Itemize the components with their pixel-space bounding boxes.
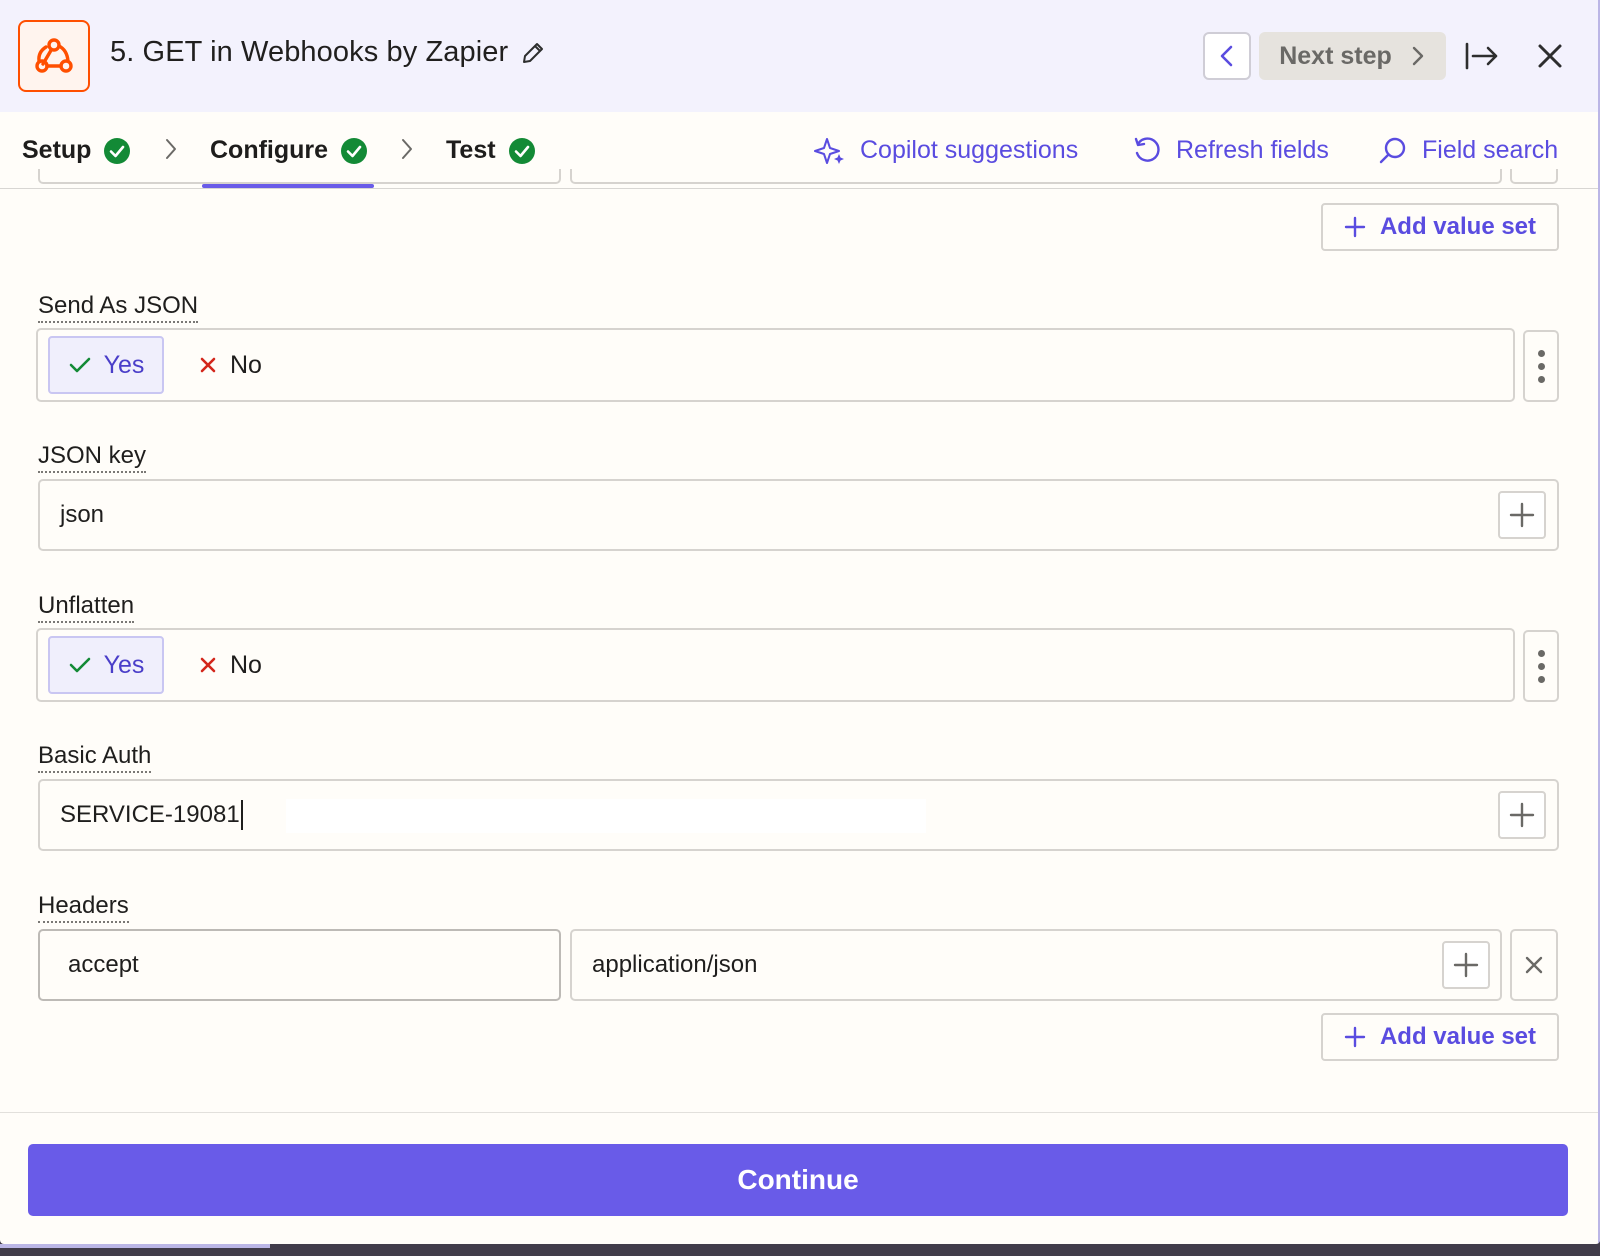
headers-add-value-set-button[interactable]: Add value set: [1321, 1013, 1559, 1061]
json-key-insert-data-button[interactable]: [1498, 491, 1546, 539]
send-as-json-toggle-group: Yes No: [36, 328, 1515, 402]
unflatten-no-label: No: [230, 650, 262, 679]
plus-icon: [1509, 502, 1535, 528]
webhook-icon: [18, 20, 90, 92]
unflatten-more-options-icon[interactable]: [1523, 630, 1559, 702]
redacted-area: [286, 799, 926, 833]
add-value-set-label: Add value set: [1379, 1023, 1537, 1050]
add-value-set-button[interactable]: Add value set: [1321, 203, 1559, 251]
plus-icon: [1344, 1026, 1366, 1048]
chevron-right-icon: [1412, 46, 1423, 66]
json-key-value: json: [60, 501, 105, 528]
check-circle-icon: [341, 137, 368, 164]
send-as-json-yes-option[interactable]: Yes: [48, 336, 164, 394]
send-as-json-more-options-icon[interactable]: [1523, 330, 1559, 402]
previous-step-button[interactable]: [1203, 32, 1251, 80]
check-circle-icon: [104, 137, 131, 164]
text-cursor: [240, 800, 243, 830]
headers-value-value: application/json: [592, 951, 758, 978]
json-key-input[interactable]: json: [38, 479, 1559, 551]
step-title: 5. GET in Webhooks by Zapier: [110, 36, 509, 68]
footer-divider: [0, 1112, 1600, 1113]
plus-icon: [1453, 952, 1479, 978]
configure-form: Add value set Send As JSON Yes No JSON k…: [0, 169, 1600, 1114]
previous-value-input[interactable]: [570, 169, 1502, 184]
edit-title-pencil-icon[interactable]: [520, 40, 546, 66]
headers-value-input[interactable]: application/json: [570, 929, 1502, 1001]
basic-auth-value: SERVICE-19081: [60, 801, 240, 828]
field-search-label: Field search: [1422, 136, 1559, 164]
tab-setup-label: Setup: [22, 136, 92, 164]
refresh-icon: [1134, 136, 1160, 162]
check-icon: [69, 657, 90, 673]
unflatten-yes-label: Yes: [103, 650, 145, 679]
continue-label: Continue: [737, 1164, 859, 1195]
collapse-panel-icon[interactable]: [1462, 36, 1502, 76]
check-icon: [69, 357, 90, 373]
headers-remove-row-button[interactable]: [1510, 929, 1558, 1001]
background-strip: [0, 1244, 1600, 1256]
sparkle-icon: [814, 137, 844, 164]
active-tab-indicator: [202, 184, 374, 188]
previous-key-input[interactable]: [38, 169, 561, 184]
plus-icon: [1344, 216, 1366, 238]
tab-configure-label: Configure: [210, 136, 329, 164]
chevron-right-icon: [402, 139, 412, 159]
add-value-set-label: Add value set: [1379, 213, 1537, 240]
send-as-json-yes-label: Yes: [103, 350, 145, 379]
headers-key-input[interactable]: accept: [38, 929, 561, 1001]
unflatten-no-option[interactable]: No: [198, 636, 288, 694]
headers-key-value: accept: [68, 951, 139, 978]
step-header: 5. GET in Webhooks by Zapier Next step: [0, 0, 1600, 112]
search-icon: [1379, 137, 1406, 163]
next-step-button[interactable]: Next step: [1259, 32, 1446, 80]
continue-button[interactable]: Continue: [28, 1144, 1568, 1216]
tab-test-label: Test: [446, 136, 496, 164]
headers-insert-data-button[interactable]: [1442, 941, 1490, 989]
close-icon: [1525, 956, 1543, 974]
send-as-json-no-label: No: [230, 350, 262, 379]
unflatten-label: Unflatten: [38, 592, 135, 623]
unflatten-toggle-group: Yes No: [36, 628, 1515, 702]
copilot-suggestions-label: Copilot suggestions: [860, 136, 1079, 164]
x-icon: [200, 357, 216, 373]
unflatten-yes-option[interactable]: Yes: [48, 636, 164, 694]
basic-auth-label: Basic Auth: [38, 742, 152, 773]
json-key-label: JSON key: [38, 442, 147, 473]
next-step-label: Next step: [1279, 41, 1392, 70]
headers-label: Headers: [38, 892, 129, 923]
send-as-json-label: Send As JSON: [38, 292, 199, 323]
send-as-json-no-option[interactable]: No: [198, 336, 288, 394]
refresh-fields-label: Refresh fields: [1176, 136, 1329, 164]
basic-auth-insert-data-button[interactable]: [1498, 791, 1546, 839]
chevron-right-icon: [166, 139, 176, 159]
chevron-left-icon: [1220, 45, 1233, 67]
plus-icon: [1509, 802, 1535, 828]
basic-auth-input[interactable]: SERVICE-19081: [38, 779, 1559, 851]
x-icon: [200, 657, 216, 673]
previous-remove-button[interactable]: [1510, 169, 1558, 184]
step-editor-panel: 5. GET in Webhooks by Zapier Next step S…: [0, 0, 1600, 1244]
check-circle-icon: [508, 137, 535, 164]
close-icon[interactable]: [1530, 36, 1570, 76]
